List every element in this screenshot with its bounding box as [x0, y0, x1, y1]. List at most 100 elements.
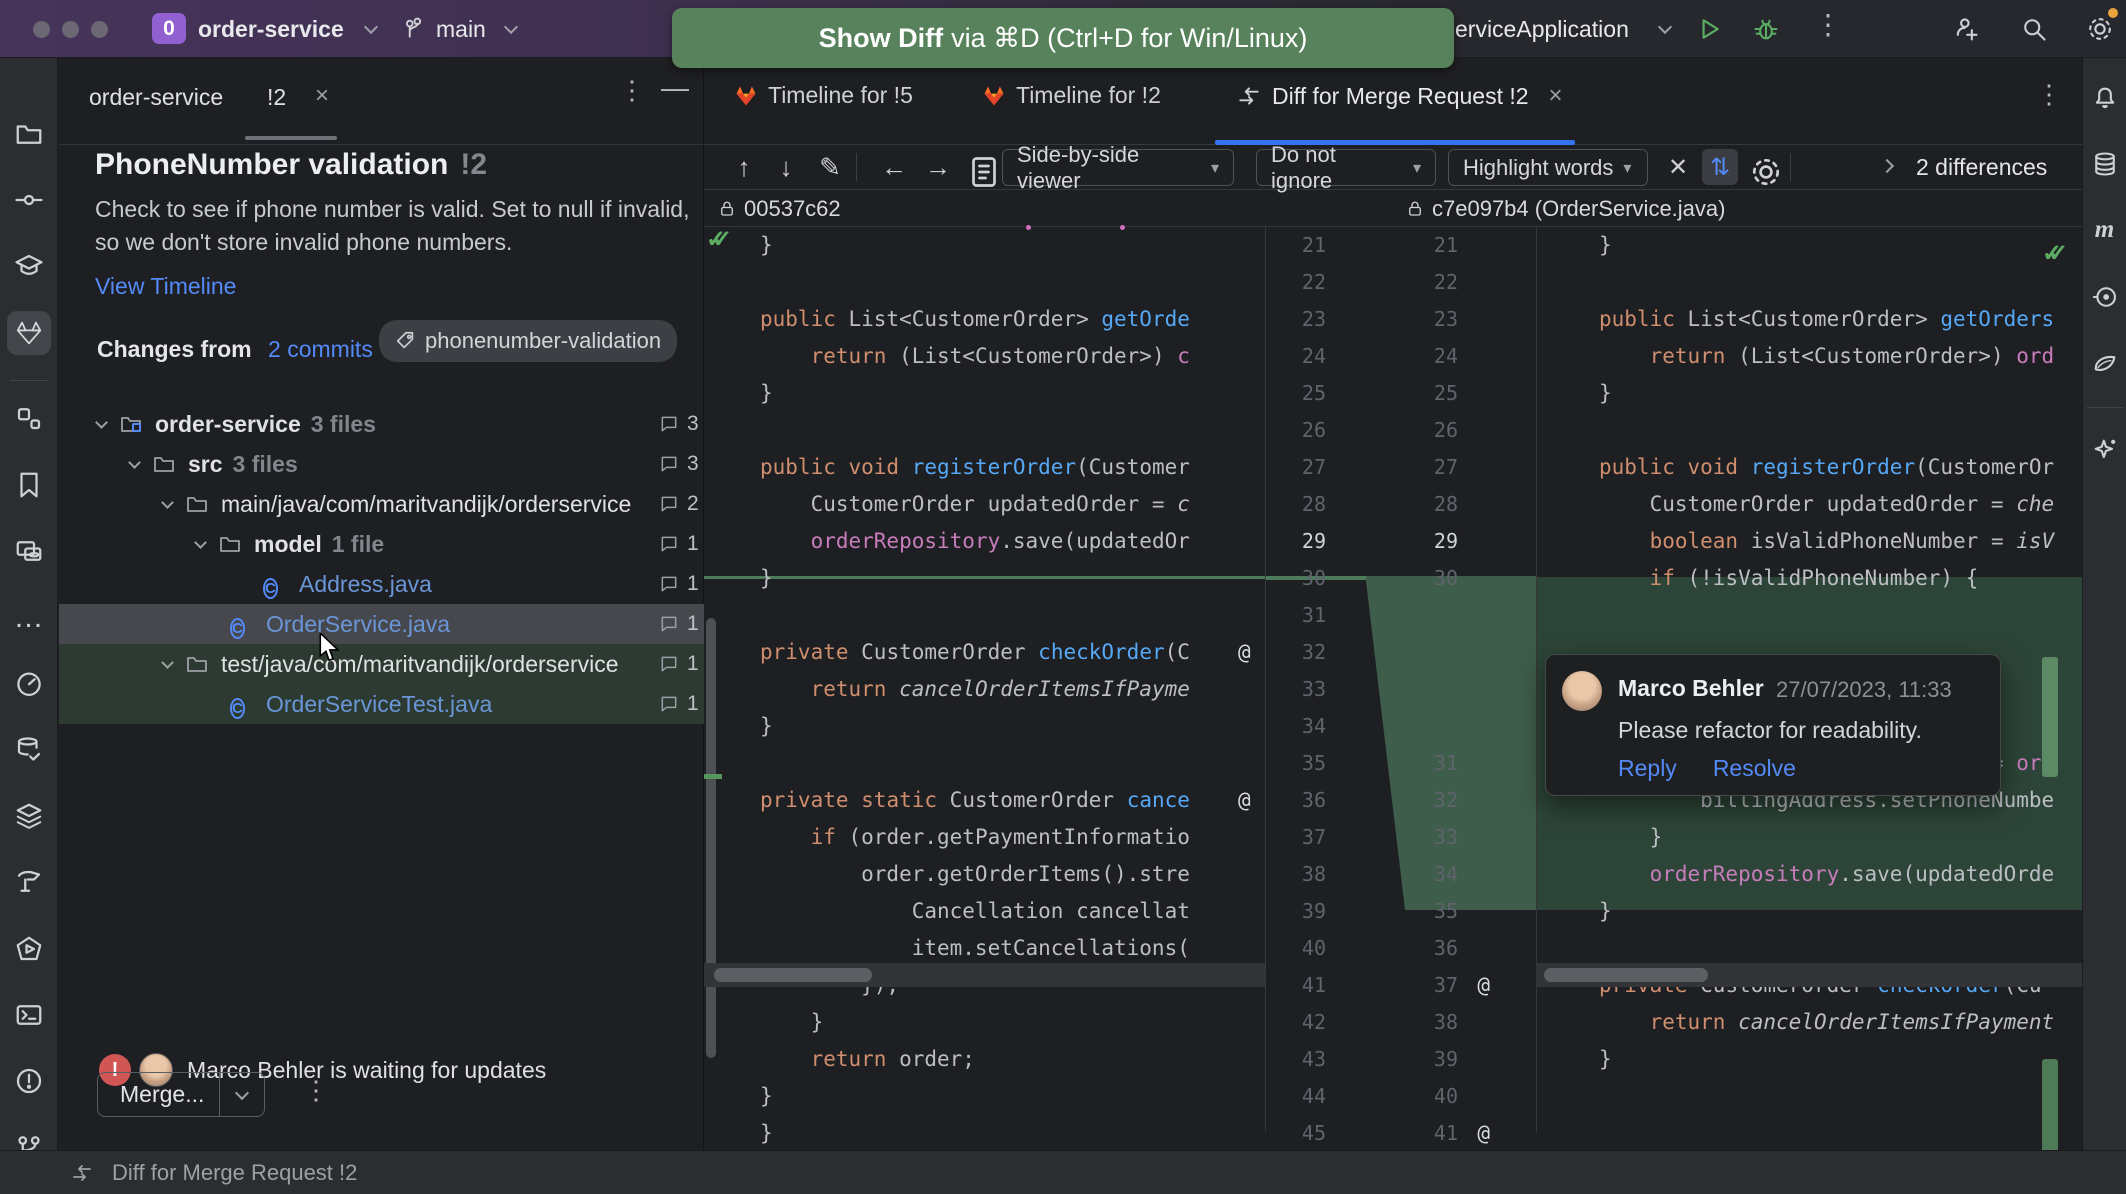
- sidebar-icon-ai-assistant[interactable]: [2083, 428, 2126, 472]
- sidebar-icon-run-targets[interactable]: [7, 927, 51, 971]
- left-code-pane[interactable]: }public List<CustomerOrder> getOrde retu…: [704, 227, 1265, 1152]
- whitespace-dropdown[interactable]: Do not ignore▾: [1256, 149, 1436, 186]
- code-line[interactable]: }: [760, 1115, 1265, 1152]
- sidebar-icon-terminal[interactable]: [7, 993, 51, 1037]
- code-line[interactable]: [760, 412, 1265, 449]
- branch-tag-chip[interactable]: phonenumber-validation: [379, 320, 677, 362]
- code-line[interactable]: private static CustomerOrder cance: [760, 782, 1265, 819]
- code-line[interactable]: }: [760, 560, 1265, 597]
- code-line[interactable]: [760, 745, 1265, 782]
- chevron-down-icon[interactable]: [161, 656, 174, 669]
- code-line[interactable]: CustomerOrder updatedOrder = c: [760, 486, 1265, 523]
- code-line[interactable]: Cancellation cancellat: [760, 893, 1265, 930]
- code-line[interactable]: if (order.getPaymentInformatio: [760, 819, 1265, 856]
- debug-button[interactable]: [1752, 15, 1780, 43]
- tree-item-orderservice-java[interactable]: COrderService.java1: [59, 604, 704, 644]
- code-line[interactable]: orderRepository.save(updatedOr: [760, 523, 1265, 560]
- code-line[interactable]: CustomerOrder updatedOrder = che: [1599, 486, 2082, 523]
- highlight-mode-dropdown[interactable]: Highlight words▾: [1448, 149, 1648, 186]
- view-timeline-link[interactable]: View Timeline: [95, 273, 236, 300]
- sidebar-icon-build[interactable]: [7, 860, 51, 904]
- sidebar-icon-database-check[interactable]: [7, 727, 51, 771]
- sync-scrolling-icon[interactable]: ⇅: [1702, 149, 1738, 185]
- code-line[interactable]: return (List<CustomerOrder>) ord: [1599, 338, 2082, 375]
- tree-item-main-java-com-maritvandijk-orderservice[interactable]: main/java/com/maritvandijk/orderservice2: [59, 484, 704, 524]
- tree-item-orderservicetest-java[interactable]: COrderServiceTest.java1: [59, 684, 704, 724]
- code-line[interactable]: public List<CustomerOrder> getOrders: [1599, 301, 2082, 338]
- commits-link[interactable]: 2 commits: [268, 336, 373, 362]
- panel-options-kebab[interactable]: ⋮: [619, 80, 645, 100]
- sidebar-icon-more[interactable]: …: [7, 596, 51, 640]
- more-actions-kebab[interactable]: ⋮: [1814, 15, 1842, 35]
- sidebar-icon-learning[interactable]: [7, 244, 51, 288]
- comment-anchor-icon[interactable]: @: [1477, 1115, 1490, 1152]
- code-line[interactable]: }: [1599, 893, 2082, 930]
- add-user-icon[interactable]: [1952, 15, 1980, 43]
- merge-button[interactable]: Merge...: [97, 1072, 265, 1117]
- sidebar-icon-maven[interactable]: m: [2083, 208, 2126, 252]
- code-line[interactable]: public void registerOrder(Customer: [760, 449, 1265, 486]
- window-minimize-button[interactable]: [62, 21, 79, 38]
- close-icon[interactable]: ×: [1549, 82, 1563, 110]
- sidebar-icon-problems[interactable]: [7, 1059, 51, 1103]
- code-line[interactable]: }: [760, 708, 1265, 745]
- code-line[interactable]: [760, 597, 1265, 634]
- resolve-link[interactable]: Resolve: [1713, 755, 1796, 782]
- diff-settings-gear-icon[interactable]: [1748, 154, 1784, 190]
- tree-item-address-java[interactable]: CAddress.java1: [59, 564, 704, 604]
- window-close-button[interactable]: [33, 21, 50, 38]
- code-line[interactable]: [1599, 1115, 2082, 1152]
- code-line[interactable]: }: [1599, 227, 2082, 264]
- comment-anchor-icon[interactable]: @: [1238, 634, 1251, 671]
- sidebar-icon-gitlab[interactable]: [7, 311, 51, 355]
- code-line[interactable]: orderRepository.save(updatedOrde: [1599, 856, 2082, 893]
- sidebar-icon-spring[interactable]: [2083, 341, 2126, 385]
- code-line[interactable]: boolean isValidPhoneNumber = isV: [1599, 523, 2082, 560]
- sidebar-icon-profiler[interactable]: [7, 661, 51, 705]
- left-horizontal-scrollbar[interactable]: [704, 963, 1265, 987]
- sidebar-icon-commit[interactable]: [7, 178, 51, 222]
- code-line[interactable]: if (!isValidPhoneNumber) {: [1599, 560, 2082, 597]
- tree-item-test-java-com-maritvandijk-orderservice[interactable]: test/java/com/maritvandijk/orderservice1: [59, 644, 704, 684]
- tree-item-order-service[interactable]: order-service3 files3: [59, 404, 704, 444]
- comment-anchor-icon[interactable]: @: [1477, 967, 1490, 1004]
- code-line[interactable]: }: [760, 1004, 1265, 1041]
- sidebar-icon-device-manager[interactable]: [7, 529, 51, 573]
- go-to-source-icon[interactable]: [966, 154, 1002, 190]
- code-line[interactable]: return cancelOrderItemsIfPayme: [760, 671, 1265, 708]
- chevron-down-icon[interactable]: [194, 536, 207, 549]
- sidebar-icon-structure[interactable]: [7, 396, 51, 440]
- code-line[interactable]: [1599, 597, 2082, 634]
- run-button[interactable]: [1696, 16, 1722, 42]
- sidebar-icon-project-folder[interactable]: [7, 112, 51, 156]
- sidebar-icon-gradle[interactable]: [2083, 275, 2126, 319]
- tool-window-title[interactable]: order-service: [89, 84, 223, 111]
- edit-source-icon[interactable]: ✎: [812, 149, 848, 185]
- code-line[interactable]: order.getOrderItems().stre: [760, 856, 1265, 893]
- code-line[interactable]: }: [760, 227, 1265, 264]
- code-line[interactable]: }: [1599, 819, 2082, 856]
- code-line[interactable]: [760, 264, 1265, 301]
- tabs-options-kebab[interactable]: ⋮: [2036, 84, 2062, 104]
- hide-panel-button[interactable]: —: [661, 72, 689, 104]
- chevron-right-icon[interactable]: [1880, 159, 1894, 173]
- project-selector[interactable]: order-service: [198, 16, 344, 43]
- reply-link[interactable]: Reply: [1618, 755, 1677, 782]
- right-horizontal-scrollbar[interactable]: [1536, 963, 2082, 987]
- code-line[interactable]: return cancelOrderItemsIfPayment: [1599, 1004, 2082, 1041]
- code-line[interactable]: return order;: [760, 1041, 1265, 1078]
- settings-gear-icon[interactable]: [2086, 15, 2114, 43]
- chevron-down-icon[interactable]: [128, 456, 141, 469]
- code-line[interactable]: }: [1599, 375, 2082, 412]
- code-line[interactable]: public void registerOrder(CustomerOr: [1599, 449, 2082, 486]
- sidebar-icon-database[interactable]: [2083, 142, 2126, 186]
- chevron-down-icon[interactable]: [161, 496, 174, 509]
- tab-mr-2[interactable]: !2: [267, 84, 286, 111]
- merge-options-arrow[interactable]: [220, 1092, 264, 1098]
- comment-anchor-icon[interactable]: @: [1238, 782, 1251, 819]
- tree-item-model[interactable]: model1 file1: [59, 524, 704, 564]
- tree-item-src[interactable]: src3 files3: [59, 444, 704, 484]
- next-change-icon[interactable]: ↓: [768, 149, 804, 185]
- code-line[interactable]: [1599, 412, 2082, 449]
- tab-diff-mr-2[interactable]: Diff for Merge Request !2 ×: [1236, 82, 1563, 110]
